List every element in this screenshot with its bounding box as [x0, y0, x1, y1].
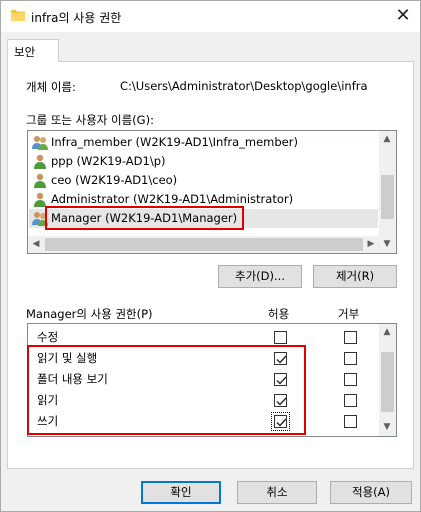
allow-column-header: 허용 — [268, 307, 290, 321]
permissions-highlight-box — [27, 345, 306, 435]
deny-checkbox[interactable] — [344, 373, 357, 386]
object-name-label: 개체 이름: — [26, 80, 76, 94]
permissions-label: Manager의 사용 권한(P) — [26, 307, 153, 321]
permissions-vertical-scrollbar[interactable]: ▲ ▼ — [379, 324, 396, 436]
groups-listbox[interactable]: Infra_member (W2K19-AD1\Infra_member) pp… — [27, 130, 397, 254]
scroll-down-arrow-icon[interactable]: ▼ — [379, 236, 395, 252]
selection-highlight-box — [45, 206, 244, 230]
deny-checkbox[interactable] — [344, 331, 357, 344]
folder-icon — [11, 9, 25, 21]
tab-security[interactable]: 보안 — [7, 39, 59, 62]
title-bar: infra의 사용 권한 ✕ — [1, 1, 420, 32]
list-item-label: ceo (W2K19-AD1\ceo) — [51, 173, 178, 187]
user-icon — [32, 173, 48, 188]
scroll-down-arrow-icon[interactable]: ▼ — [379, 419, 395, 435]
deny-checkbox[interactable] — [344, 394, 357, 407]
user-icon — [32, 192, 48, 207]
close-button[interactable]: ✕ — [390, 3, 416, 29]
deny-checkbox[interactable] — [344, 352, 357, 365]
list-item[interactable]: ceo (W2K19-AD1\ceo) — [29, 171, 378, 190]
deny-checkbox[interactable] — [344, 415, 357, 428]
remove-button[interactable]: 제거(R) — [313, 265, 397, 288]
apply-button[interactable]: 적용(A) — [330, 481, 412, 504]
window-title: infra의 사용 권한 — [31, 11, 122, 25]
deny-column-header: 거부 — [338, 307, 360, 321]
scroll-thumb[interactable] — [381, 175, 394, 219]
scroll-thumb[interactable] — [45, 238, 363, 251]
cancel-button[interactable]: 취소 — [237, 481, 317, 504]
group-icon — [32, 135, 48, 150]
user-icon — [32, 154, 48, 169]
list-item[interactable]: ppp (W2K19-AD1\p) — [29, 152, 378, 171]
scroll-thumb[interactable] — [381, 352, 394, 412]
list-item-label: Infra_member (W2K19-AD1\Infra_member) — [51, 135, 298, 149]
scroll-up-arrow-icon[interactable]: ▲ — [379, 131, 395, 147]
groups-label: 그룹 또는 사용자 이름(G): — [26, 113, 154, 127]
add-button[interactable]: 추가(D)... — [218, 265, 302, 288]
permissions-dialog: infra의 사용 권한 ✕ 보안 개체 이름: C:\Users\Admini… — [0, 0, 421, 512]
ok-button[interactable]: 확인 — [141, 481, 221, 504]
list-item-label: ppp (W2K19-AD1\p) — [51, 154, 166, 168]
list-item[interactable]: Infra_member (W2K19-AD1\Infra_member) — [29, 133, 378, 152]
scroll-up-arrow-icon[interactable]: ▲ — [379, 324, 395, 340]
scroll-right-arrow-icon[interactable]: ▶ — [363, 236, 379, 252]
object-name-value: C:\Users\Administrator\Desktop\gogle\inf… — [120, 79, 368, 93]
security-panel: 개체 이름: C:\Users\Administrator\Desktop\go… — [7, 61, 414, 469]
allow-checkbox[interactable] — [274, 331, 287, 344]
groups-vertical-scrollbar[interactable]: ▲ — [379, 131, 396, 236]
groups-horizontal-scrollbar[interactable]: ◀ ▶ ▼ — [28, 236, 396, 253]
scroll-left-arrow-icon[interactable]: ◀ — [28, 236, 44, 252]
